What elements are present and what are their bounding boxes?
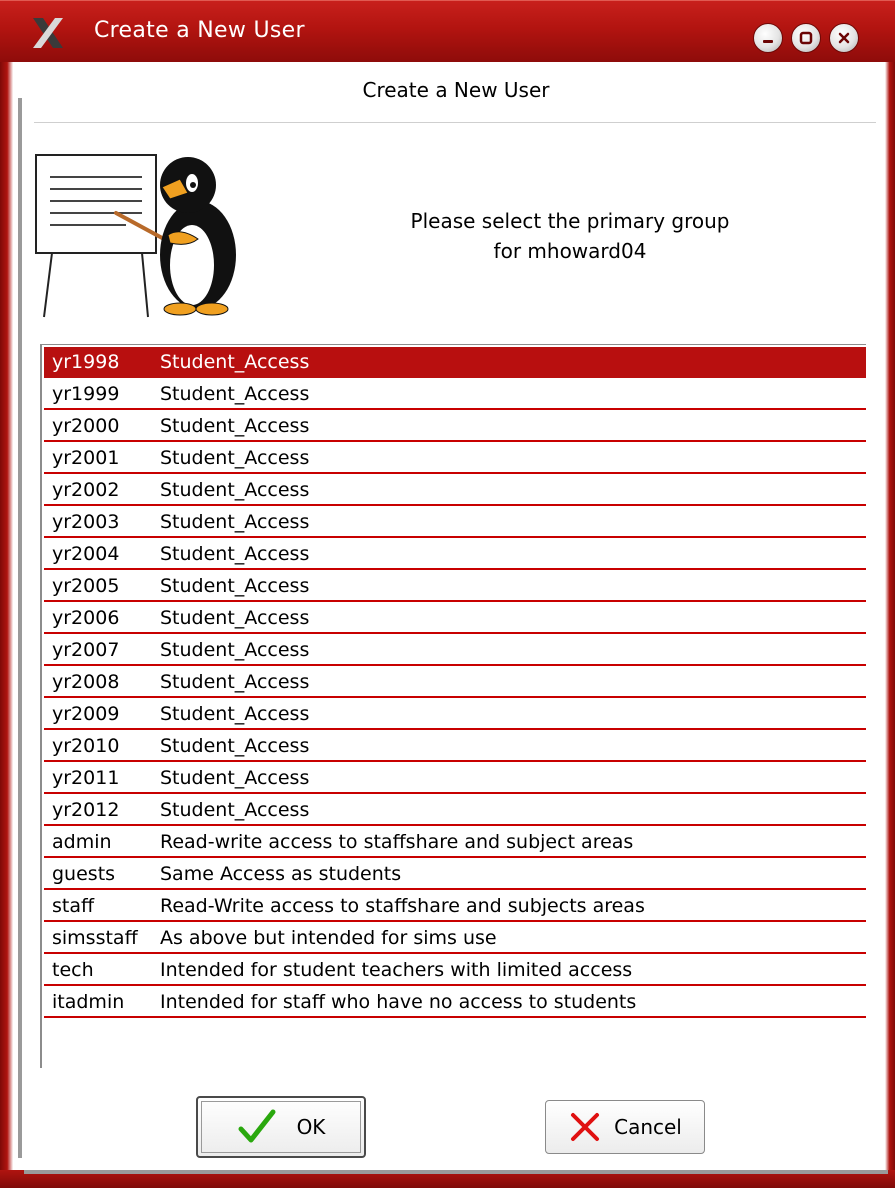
- group-name: yr2005: [52, 575, 120, 597]
- group-description: Student_Access: [160, 639, 310, 661]
- heading-separator: [34, 122, 876, 123]
- group-name: yr2009: [52, 703, 120, 725]
- group-description: Student_Access: [160, 575, 310, 597]
- group-name: simsstaff: [52, 927, 138, 949]
- group-row-yr2001[interactable]: yr2001 Student_Access: [44, 443, 866, 474]
- group-row-yr2007[interactable]: yr2007 Student_Access: [44, 635, 866, 666]
- group-row-itadmin[interactable]: itadmin Intended for staff who have no ac…: [44, 987, 866, 1018]
- group-name: yr2006: [52, 607, 120, 629]
- group-row-yr2002[interactable]: yr2002 Student_Access: [44, 475, 866, 506]
- group-row-tech[interactable]: tech Intended for student teachers with l…: [44, 955, 866, 986]
- group-name: yr2011: [52, 767, 120, 789]
- group-description: As above but intended for sims use: [160, 927, 497, 949]
- group-name: tech: [52, 959, 94, 981]
- window-title: Create a New User: [94, 18, 305, 43]
- prompt-line-2: for mhoward04: [493, 239, 647, 263]
- group-description: Student_Access: [160, 479, 310, 501]
- close-icon[interactable]: [829, 23, 859, 53]
- group-name: yr2001: [52, 447, 120, 469]
- group-description: Read-Write access to staffshare and subj…: [160, 895, 645, 917]
- group-row-yr1998[interactable]: yr1998 Student_Access: [44, 347, 866, 378]
- ok-button-label: OK: [296, 1115, 326, 1139]
- group-row-yr2010[interactable]: yr2010 Student_Access: [44, 731, 866, 762]
- title-bar[interactable]: Create a New User: [0, 0, 895, 62]
- cancel-button-label: Cancel: [614, 1115, 682, 1139]
- ok-button[interactable]: OK: [196, 1096, 366, 1158]
- window-frame-right: [885, 62, 895, 1188]
- group-name: yr1998: [52, 351, 120, 373]
- group-row-yr2012[interactable]: yr2012 Student_Access: [44, 795, 866, 826]
- minimize-icon[interactable]: [753, 23, 783, 53]
- group-description: Student_Access: [160, 415, 310, 437]
- group-selection-prompt: Please select the primary group for mhow…: [335, 206, 805, 266]
- group-name: yr2003: [52, 511, 120, 533]
- group-row-yr2005[interactable]: yr2005 Student_Access: [44, 571, 866, 602]
- cancel-button[interactable]: Cancel: [545, 1100, 705, 1154]
- group-description: Student_Access: [160, 703, 310, 725]
- x-icon: [571, 1113, 600, 1141]
- group-name: yr2007: [52, 639, 120, 661]
- group-name: yr2008: [52, 671, 120, 693]
- group-description: Student_Access: [160, 607, 310, 629]
- checkmark-icon: [238, 1109, 276, 1143]
- group-row-yr2006[interactable]: yr2006 Student_Access: [44, 603, 866, 634]
- group-description: Student_Access: [160, 447, 310, 469]
- group-name: yr2000: [52, 415, 120, 437]
- group-description: Intended for staff who have no access to…: [160, 991, 637, 1013]
- window-frame-bottom-line: [24, 1170, 888, 1174]
- group-name: guests: [52, 863, 116, 885]
- penguin-teacher-icon: [30, 143, 250, 323]
- group-row-yr2003[interactable]: yr2003 Student_Access: [44, 507, 866, 538]
- group-row-staff[interactable]: staff Read-Write access to staffshare and…: [44, 891, 866, 922]
- group-description: Same Access as students: [160, 863, 402, 885]
- dialog-heading: Create a New User: [362, 78, 550, 102]
- prompt-line-1: Please select the primary group: [410, 209, 730, 233]
- group-row-guests[interactable]: guests Same Access as students: [44, 859, 866, 890]
- group-description: Student_Access: [160, 543, 310, 565]
- group-name: itadmin: [52, 991, 125, 1013]
- group-row-yr2008[interactable]: yr2008 Student_Access: [44, 667, 866, 698]
- group-description: Intended for student teachers with limit…: [160, 959, 633, 981]
- group-name: admin: [52, 831, 112, 853]
- group-row-admin[interactable]: admin Read-write access to staffshare and…: [44, 827, 866, 858]
- group-description: Student_Access: [160, 511, 310, 533]
- group-description: Student_Access: [160, 735, 310, 757]
- group-name: yr2002: [52, 479, 120, 501]
- group-description: Read-write access to staffshare and subj…: [160, 831, 634, 853]
- group-row-yr2004[interactable]: yr2004 Student_Access: [44, 539, 866, 570]
- maximize-icon[interactable]: [791, 23, 821, 53]
- group-description: Student_Access: [160, 799, 310, 821]
- group-name: yr2012: [52, 799, 120, 821]
- group-row-yr2011[interactable]: yr2011 Student_Access: [44, 763, 866, 794]
- group-name: yr2010: [52, 735, 120, 757]
- group-row-simsstaff[interactable]: simsstaff As above but intended for sims …: [44, 923, 866, 954]
- group-row-yr2009[interactable]: yr2009 Student_Access: [44, 699, 866, 730]
- group-name: yr2004: [52, 543, 120, 565]
- group-row-yr2000[interactable]: yr2000 Student_Access: [44, 411, 866, 442]
- group-name: yr1999: [52, 383, 120, 405]
- group-list[interactable]: yr1998 Student_Access yr1999 Student_Access…: [40, 344, 866, 1068]
- window-frame-left-inner: [18, 98, 22, 1158]
- group-description: Student_Access: [160, 767, 310, 789]
- x-logo-icon[interactable]: [30, 15, 66, 51]
- group-description: Student_Access: [160, 671, 310, 693]
- group-description: Student_Access: [160, 383, 310, 405]
- group-name: staff: [52, 895, 95, 917]
- group-description: Student_Access: [160, 351, 310, 373]
- group-row-yr1999[interactable]: yr1999 Student_Access: [44, 379, 866, 410]
